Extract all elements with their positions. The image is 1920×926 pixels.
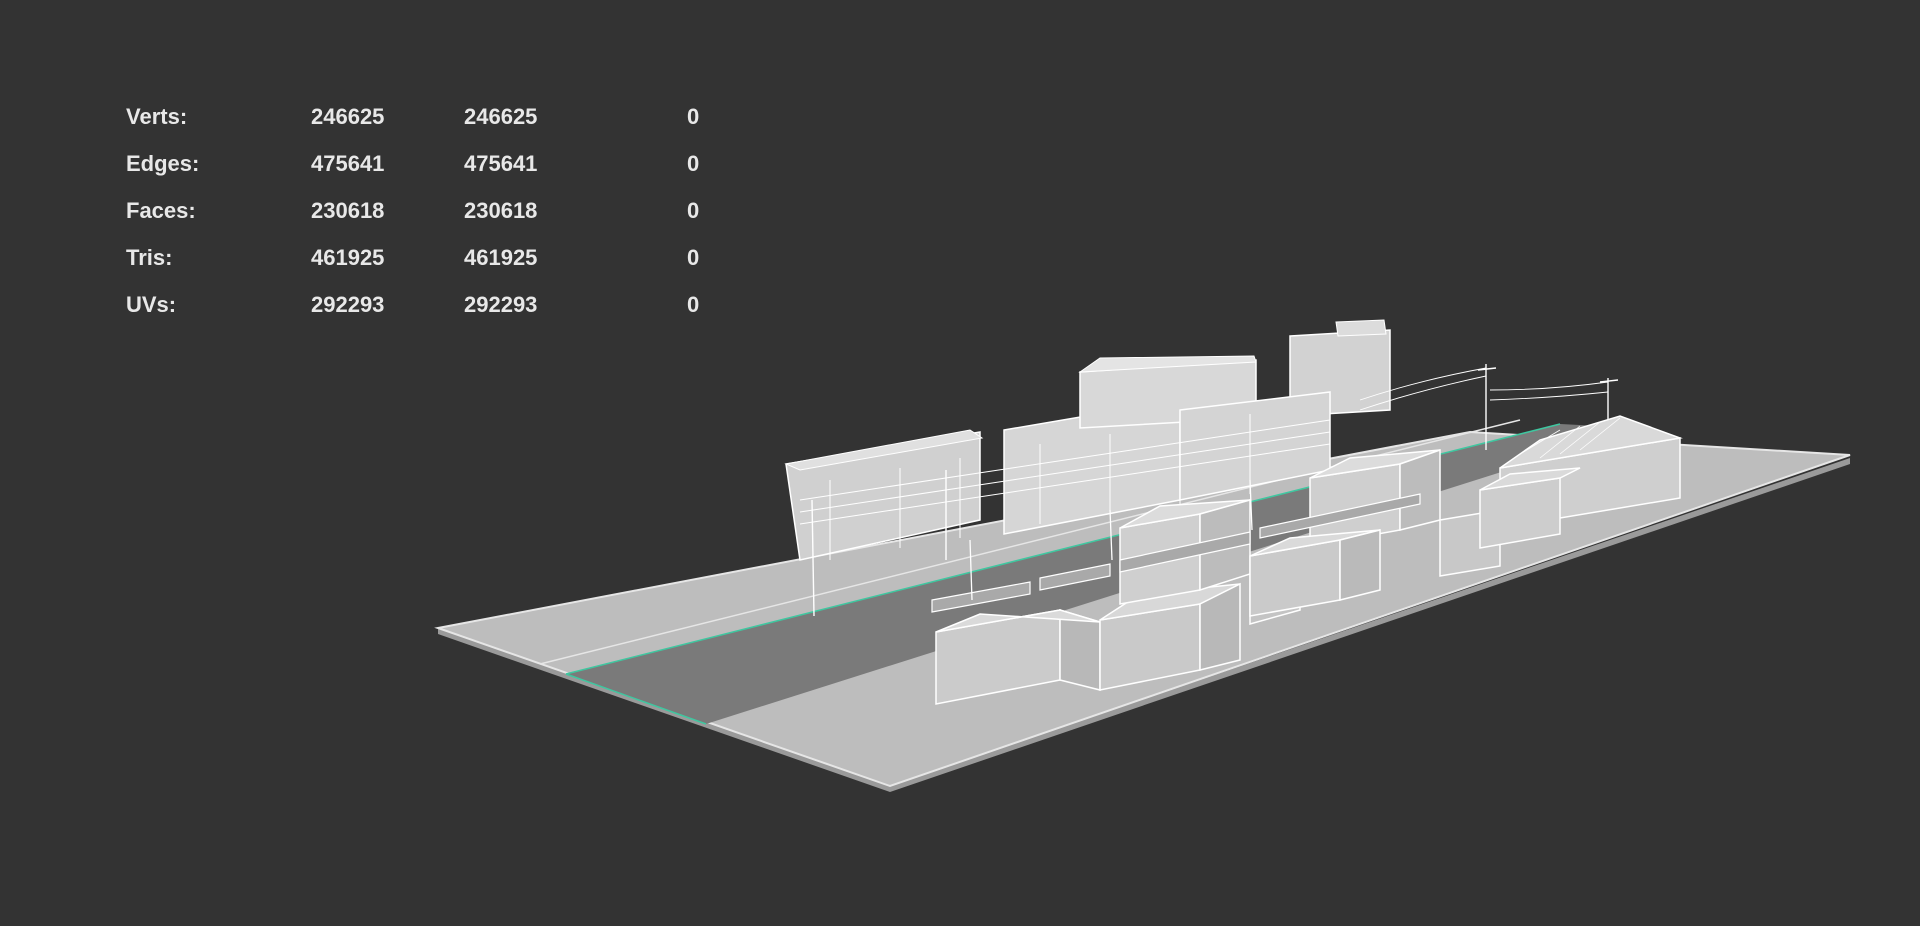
- stats-visible-value: 230618: [464, 198, 538, 223]
- stats-total-value: 246625: [311, 104, 385, 129]
- stats-total-value: 292293: [311, 292, 385, 317]
- stats-label: Faces:: [126, 198, 196, 223]
- building-back-tower-top: [1335, 319, 1387, 337]
- stats-label: Verts:: [126, 104, 188, 129]
- power-lines: [1359, 367, 1609, 411]
- stats-selected-value: 0: [687, 198, 700, 223]
- stats-total-value: 461925: [311, 245, 385, 270]
- stats-selected-value: 0: [687, 292, 700, 317]
- stats-total-value: 230618: [311, 198, 385, 223]
- stats-visible-value: 246625: [464, 104, 538, 129]
- stats-selected-value: 0: [687, 151, 700, 176]
- stats-total-value: 475641: [311, 151, 385, 176]
- stats-visible-value: 475641: [464, 151, 538, 176]
- stats-label: Edges:: [126, 151, 200, 176]
- 3d-viewport[interactable]: Verts: 246625 246625 0 Edges: 475641 475641 0 Fa…: [0, 0, 1920, 926]
- stats-selected-value: 0: [687, 245, 700, 270]
- street-scene-wireframe[interactable]: [0, 0, 1920, 926]
- stats-visible-value: 292293: [464, 292, 538, 317]
- stats-selected-value: 0: [687, 104, 700, 129]
- stats-visible-value: 461925: [464, 245, 538, 270]
- stats-label: Tris:: [126, 245, 173, 270]
- stats-label: UVs:: [126, 292, 177, 317]
